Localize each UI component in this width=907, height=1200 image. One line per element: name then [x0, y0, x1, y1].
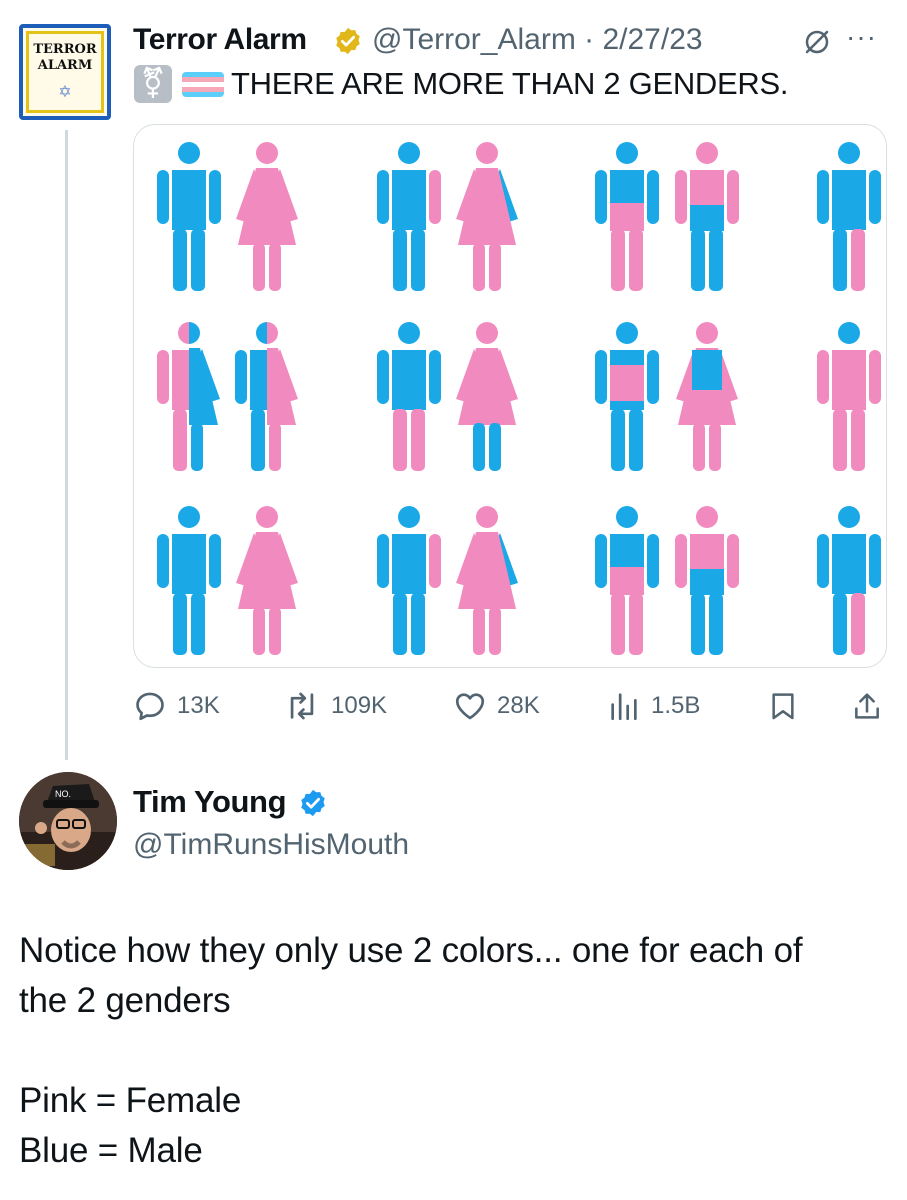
share-button[interactable] — [851, 686, 883, 726]
blue-verified-badge-icon — [301, 789, 325, 817]
avatar-logo-text: TERROR ALARM — [23, 42, 107, 74]
bookmark-icon — [772, 693, 794, 720]
gender-figure-icon — [456, 142, 518, 291]
author-name[interactable]: Terror Alarm — [133, 22, 307, 58]
reply-icon — [136, 692, 164, 721]
terror-alarm-avatar[interactable]: TERROR ALARM ✡ — [19, 24, 111, 120]
transgender-symbol-icon: ⚧ — [134, 65, 172, 103]
more-options-icon[interactable]: ··· — [846, 22, 877, 52]
gender-figure-icon — [377, 142, 441, 291]
gender-figure-icon — [817, 142, 881, 291]
reply-body: Notice how they only use 2 colors... one… — [19, 926, 889, 1176]
gender-figure-icon — [456, 506, 518, 655]
gender-figure-icon — [675, 506, 739, 655]
gender-figure-icon — [595, 322, 659, 471]
gender-figure-icon — [157, 506, 221, 655]
reply-body-line: Pink = Female — [19, 1081, 242, 1120]
repost-icon — [290, 692, 314, 720]
bookmark-button[interactable] — [767, 686, 799, 726]
gender-figure-icon — [456, 322, 518, 471]
tim-young-avatar[interactable]: NO. — [19, 772, 117, 870]
like-count: 28K — [497, 692, 540, 719]
gold-verified-badge-icon — [336, 27, 360, 55]
tweet-image[interactable] — [133, 124, 887, 668]
avatar-portrait: NO. — [19, 772, 117, 870]
tweet-actions: 13K 109K 28K 1.5B — [133, 686, 887, 726]
gender-figure-icon — [235, 322, 298, 471]
gender-figure-icon — [595, 506, 659, 655]
author-handle-date[interactable]: @Terror_Alarm · 2/27/23 — [372, 22, 703, 58]
transgender-flag-icon — [182, 72, 224, 97]
gender-figure-icon — [676, 322, 738, 471]
views-button[interactable]: 1.5B — [607, 686, 700, 726]
view-count: 1.5B — [651, 692, 701, 719]
gender-figure-icon — [236, 142, 298, 291]
avatar-logo-line2: ALARM — [37, 58, 93, 73]
grok-icon[interactable] — [802, 27, 832, 57]
gender-figure-icon — [817, 506, 881, 655]
tweet-text: THERE ARE MORE THAN 2 GENDERS. — [231, 66, 789, 101]
star-of-david-icon: ✡ — [58, 84, 72, 101]
avatar-logo-line1: TERROR — [33, 42, 97, 57]
gender-figure-icon — [377, 506, 441, 655]
reply-author-handle[interactable]: @TimRunsHisMouth — [133, 826, 409, 864]
reply-count: 13K — [177, 692, 220, 719]
reply-body-line: Notice how they only use 2 colors... one… — [19, 931, 803, 970]
gender-figure-icon — [377, 322, 441, 471]
gender-figure-icon — [236, 506, 298, 655]
gender-figure-icon — [817, 322, 881, 471]
gender-figure-icon — [675, 142, 739, 291]
reply-body-line: the 2 genders — [19, 981, 231, 1020]
share-icon — [855, 693, 879, 719]
repost-button[interactable]: 109K — [283, 686, 387, 726]
hat-text: NO. — [55, 789, 71, 799]
repost-count: 109K — [331, 692, 388, 719]
thread-line — [65, 130, 68, 760]
gender-figure-icon — [157, 142, 221, 291]
reply-button[interactable]: 13K — [133, 686, 220, 726]
like-button[interactable]: 28K — [453, 686, 540, 726]
reply-author-name[interactable]: Tim Young — [133, 783, 287, 821]
views-bar-chart-icon — [611, 693, 637, 721]
heart-icon — [455, 693, 485, 720]
gender-figure-icon — [595, 142, 659, 291]
reply-body-line: Blue = Male — [19, 1131, 203, 1170]
gender-figure-icon — [157, 322, 220, 471]
